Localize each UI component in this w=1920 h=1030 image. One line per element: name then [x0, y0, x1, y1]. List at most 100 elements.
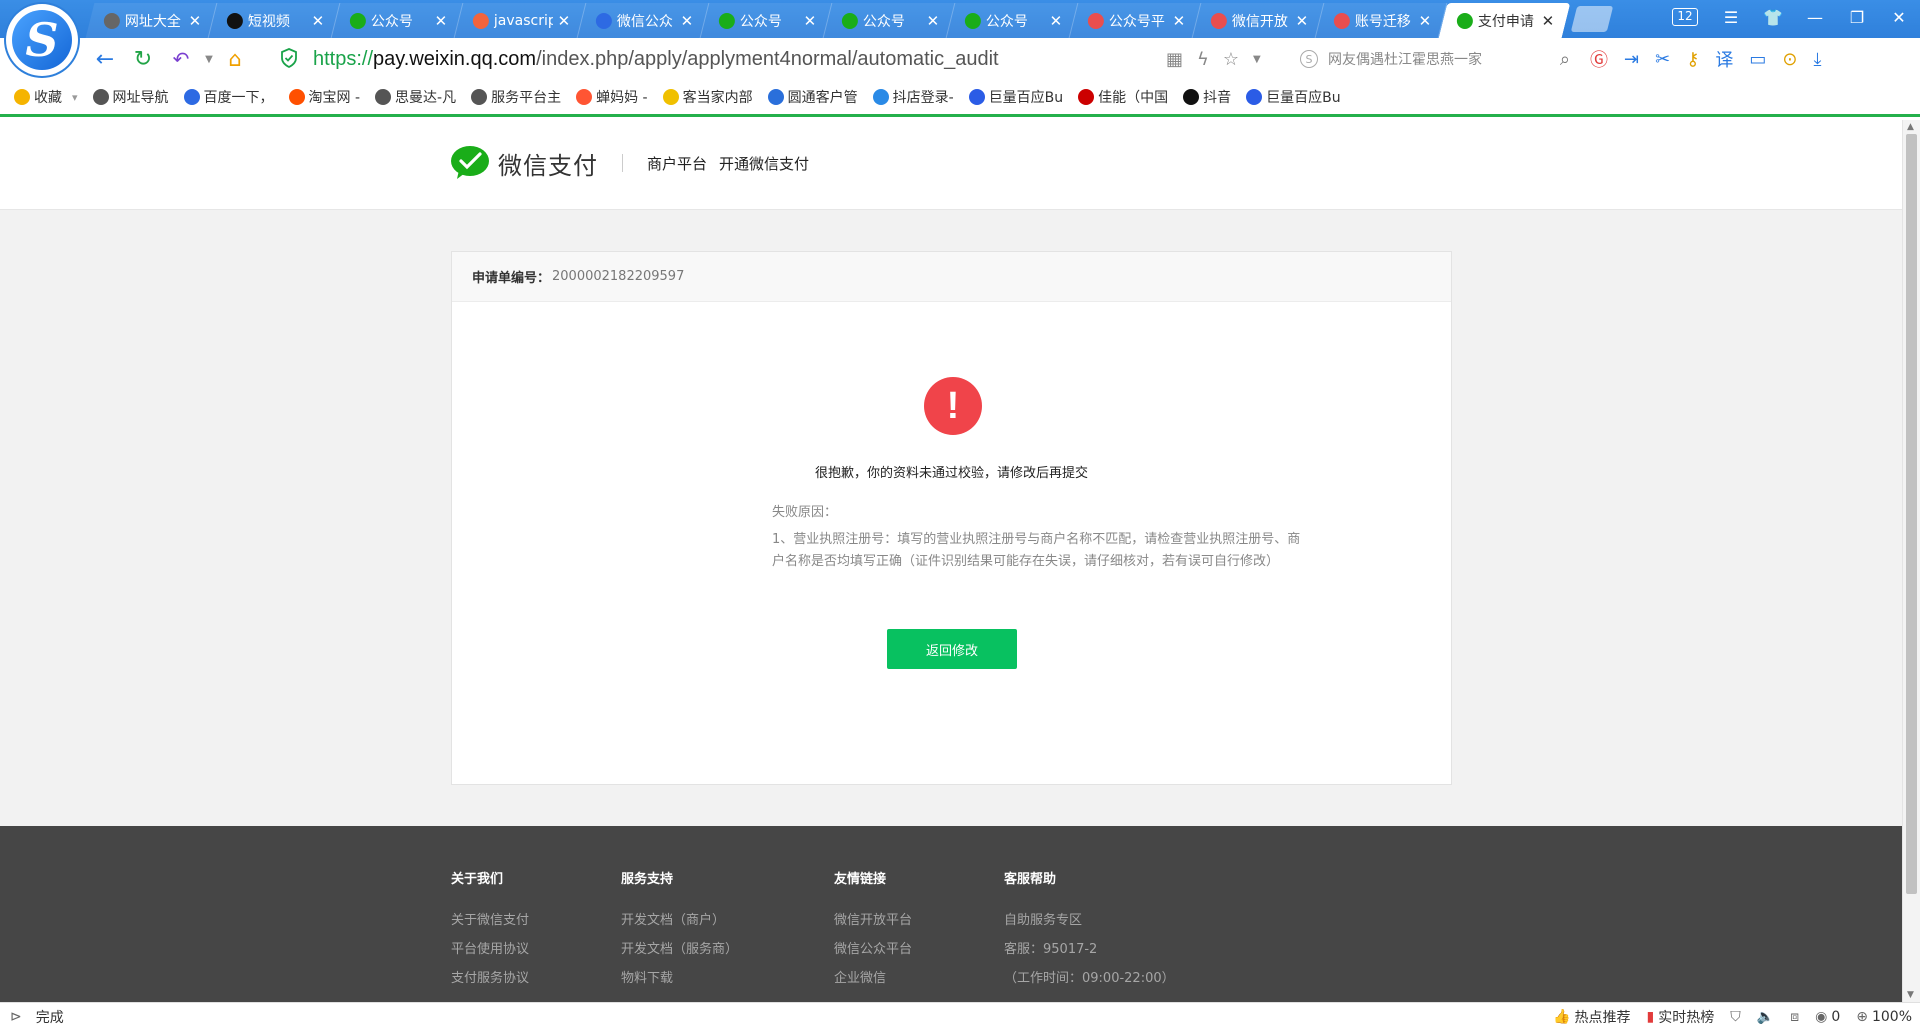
- bookmark-item[interactable]: 巨量百应Bu: [1246, 87, 1341, 107]
- address-input[interactable]: https://pay.weixin.qq.com/index.php/appl…: [313, 46, 999, 72]
- footer-link[interactable]: 自助服务专区: [1004, 909, 1175, 928]
- close-icon[interactable]: ✕: [926, 12, 940, 30]
- search-input[interactable]: S 网友偶遇杜江霍思燕一家 ⌕: [1300, 45, 1570, 73]
- reader-icon[interactable]: ▭: [1749, 49, 1766, 70]
- tab-3[interactable]: 公众号 ✕: [331, 3, 464, 38]
- close-icon[interactable]: ✕: [434, 12, 448, 30]
- merchant-platform-link[interactable]: 商户平台: [647, 153, 707, 174]
- close-icon[interactable]: ✕: [680, 12, 694, 30]
- translate-ext-icon[interactable]: Ⓖ: [1590, 46, 1608, 72]
- star-icon[interactable]: ☆: [1223, 49, 1239, 70]
- tab-5[interactable]: 微信公众 ✕: [577, 3, 710, 38]
- back-to-edit-button[interactable]: 返回修改: [887, 629, 1017, 669]
- bookmark-item[interactable]: 蝉妈妈 -: [576, 87, 648, 107]
- zoom-control[interactable]: ⊕ 100%: [1856, 1009, 1912, 1025]
- chevron-down-icon[interactable]: ▼: [196, 46, 222, 72]
- menu-icon[interactable]: ☰: [1710, 8, 1752, 27]
- baidu-paw-icon: [596, 12, 612, 29]
- error-exclamation-icon: !: [924, 377, 982, 435]
- vertical-scrollbar[interactable]: ▲ ▼: [1902, 120, 1920, 1002]
- bookmark-item[interactable]: 抖店登录-: [872, 87, 954, 107]
- bookmark-item[interactable]: 收藏 ▾: [14, 87, 78, 107]
- bookmark-item[interactable]: 抖音: [1183, 87, 1231, 107]
- footer-column: 友情链接 微信开放平台 微信公众平台 企业微信: [834, 868, 912, 996]
- scroll-up-arrow-icon[interactable]: ▲: [1907, 122, 1914, 132]
- brand-divider: [622, 154, 623, 172]
- scrollbar-thumb[interactable]: [1906, 134, 1917, 894]
- bookmark-label: 百度一下，: [203, 90, 274, 106]
- footer-link[interactable]: 开发文档（商户）: [621, 909, 738, 928]
- lightning-icon[interactable]: ϟ: [1197, 49, 1209, 70]
- footer-link[interactable]: 物料下载: [621, 967, 738, 986]
- restore-button[interactable]: ❐: [1836, 8, 1878, 27]
- bookmark-item[interactable]: 圆通客户管: [767, 87, 858, 107]
- translate-icon[interactable]: 译: [1715, 46, 1733, 72]
- bookmark-item[interactable]: 佳能（中国: [1078, 87, 1168, 107]
- scroll-down-arrow-icon[interactable]: ▼: [1907, 990, 1914, 1000]
- more-icon[interactable]: ⊙: [1782, 49, 1797, 70]
- tab-6[interactable]: 公众号 ✕: [700, 3, 833, 38]
- footer-link[interactable]: 支付服务协议: [451, 967, 529, 986]
- tab-2[interactable]: 短视频 ✕: [208, 3, 341, 38]
- chevron-down-icon[interactable]: ▾: [72, 91, 78, 104]
- footer-link[interactable]: 企业微信: [834, 967, 912, 986]
- tab-count-badge[interactable]: 12: [1672, 8, 1698, 26]
- bookmark-item[interactable]: 淘宝网 -: [288, 87, 360, 107]
- new-tab-button[interactable]: [1570, 6, 1614, 32]
- close-icon[interactable]: ✕: [803, 12, 817, 30]
- bookmark-item[interactable]: 巨量百应Bu: [968, 87, 1063, 107]
- bookmark-item[interactable]: 网址导航: [92, 87, 169, 107]
- bookmark-item[interactable]: 服务平台主: [471, 87, 561, 107]
- hot-recommend[interactable]: 👍 热点推荐: [1553, 1007, 1630, 1027]
- footer-link[interactable]: 关于微信支付: [451, 909, 529, 928]
- tab-10[interactable]: 微信开放 ✕: [1192, 3, 1325, 38]
- footer-link[interactable]: 开发文档（服务商）: [621, 938, 738, 957]
- sidebar-toggle-icon[interactable]: ⊳: [10, 1009, 22, 1025]
- download-icon[interactable]: ⤓: [1813, 49, 1821, 70]
- footer-link[interactable]: 微信开放平台: [834, 909, 912, 928]
- close-icon[interactable]: ✕: [1541, 12, 1555, 30]
- undo-close-icon[interactable]: ↶: [168, 46, 194, 72]
- footer-link[interactable]: 平台使用协议: [451, 938, 529, 957]
- refresh-icon[interactable]: ↻: [130, 46, 156, 72]
- bookmark-item[interactable]: 思曼达-凡: [375, 87, 456, 107]
- close-icon[interactable]: ✕: [188, 12, 202, 30]
- close-icon[interactable]: ✕: [1172, 12, 1186, 30]
- close-window-button[interactable]: ✕: [1878, 8, 1920, 27]
- tab-8[interactable]: 公众号 ✕: [946, 3, 1079, 38]
- scissors-icon[interactable]: ✂: [1655, 49, 1670, 70]
- wechat-mp-icon: [350, 12, 366, 29]
- tab-4[interactable]: javascript ✕: [454, 3, 587, 38]
- close-icon[interactable]: ✕: [557, 12, 571, 30]
- security-shield-icon[interactable]: ⛉: [1730, 1009, 1741, 1025]
- screenshot-icon[interactable]: ⧈: [1790, 1009, 1799, 1025]
- chevron-down-icon[interactable]: ▼: [1253, 54, 1261, 65]
- back-arrow-icon[interactable]: ←: [92, 46, 118, 72]
- key-icon[interactable]: ⚷: [1686, 49, 1699, 70]
- tab-1[interactable]: 网址大全 ✕: [85, 3, 218, 38]
- tab-11[interactable]: 账号迁移 ✕: [1315, 3, 1448, 38]
- close-icon[interactable]: ✕: [311, 12, 325, 30]
- sound-icon[interactable]: 🔈: [1757, 1009, 1774, 1025]
- skin-icon[interactable]: 👕: [1752, 8, 1794, 27]
- brand[interactable]: 微信支付 商户平台 开通微信支付: [450, 144, 821, 182]
- tab-7[interactable]: 公众号 ✕: [823, 3, 956, 38]
- tab-title: 公众号: [740, 13, 782, 30]
- tab-9[interactable]: 公众号平 ✕: [1069, 3, 1202, 38]
- tab-12[interactable]: 支付申请 ✕: [1438, 3, 1571, 38]
- sogou-browser-logo[interactable]: S: [6, 4, 78, 76]
- close-icon[interactable]: ✕: [1418, 12, 1432, 30]
- home-icon[interactable]: ⌂: [222, 46, 248, 72]
- search-icon[interactable]: ⌕: [1560, 49, 1570, 70]
- minimize-button[interactable]: —: [1794, 8, 1836, 27]
- bookmark-item[interactable]: 百度一下，: [183, 87, 274, 107]
- qr-code-icon[interactable]: ▦: [1166, 49, 1183, 70]
- close-icon[interactable]: ✕: [1049, 12, 1063, 30]
- footer-link[interactable]: 微信公众平台: [834, 938, 912, 957]
- close-icon[interactable]: ✕: [1295, 12, 1309, 30]
- download-counter[interactable]: ◉ 0: [1815, 1009, 1840, 1025]
- tab-title: 短视频: [248, 13, 290, 30]
- realtime-hotlist[interactable]: ▮ 实时热榜: [1647, 1007, 1715, 1027]
- bookmark-item[interactable]: 客当家内部: [662, 87, 753, 107]
- login-ext-icon[interactable]: ⇥: [1624, 49, 1639, 70]
